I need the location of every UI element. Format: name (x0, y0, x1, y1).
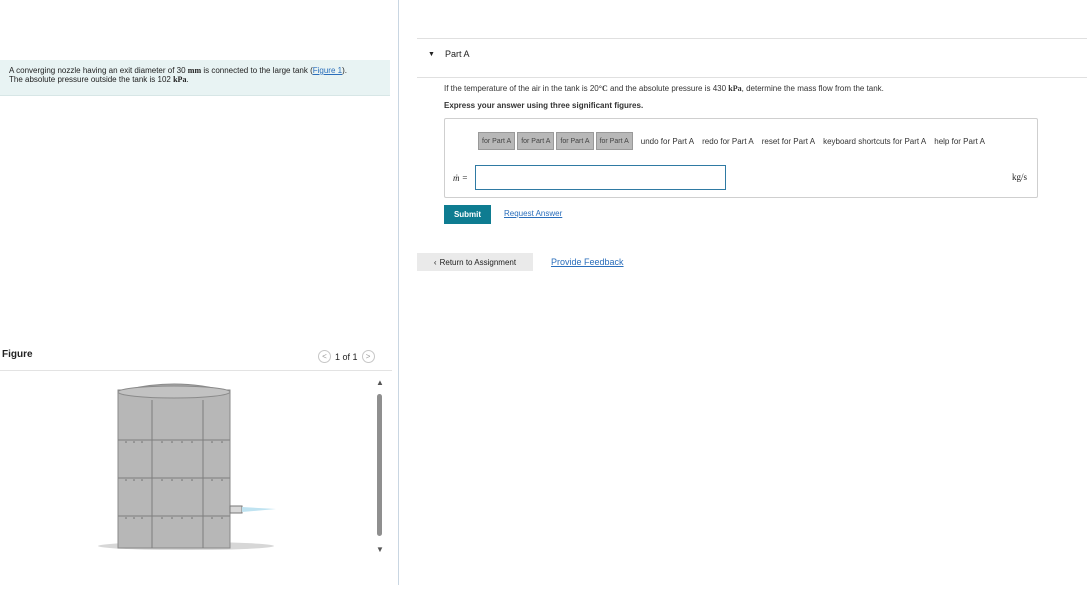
unit-mm: mm (187, 66, 202, 75)
chevron-left-icon[interactable]: < (318, 350, 331, 363)
question-text: If the temperature of the air in the tan… (444, 84, 884, 93)
pane-divider[interactable] (398, 0, 399, 585)
question-suffix: , determine the mass flow from the tank. (741, 84, 884, 93)
return-label: Return to Assignment (439, 257, 517, 267)
problem-text-2a: The absolute pressure outside the tank i… (9, 75, 174, 84)
answer-unit: kg/s (1011, 172, 1027, 182)
part-header[interactable]: ▼ Part A (428, 49, 469, 59)
figure-separator (0, 370, 392, 371)
problem-text-2b: . (186, 75, 189, 84)
figure-navigation: < 1 of 1 > (318, 350, 375, 363)
template-button-3[interactable]: for Part A (556, 132, 594, 150)
unit-kpa: kPa (173, 75, 187, 84)
submit-button[interactable]: Submit (444, 205, 491, 224)
reset-button[interactable]: reset for Part A (762, 137, 815, 146)
redo-button[interactable]: redo for Part A (702, 137, 754, 146)
template-button-1[interactable]: for Part A (478, 132, 516, 150)
scroll-down-icon[interactable]: ▼ (376, 545, 384, 554)
answer-box: for Part A for Part A for Part A for Par… (444, 118, 1038, 198)
part-title: Part A (444, 49, 470, 59)
instruction-text: Express your answer using three signific… (444, 101, 644, 110)
temp-unit: °C (598, 84, 608, 93)
figure-scrollbar[interactable]: ▲ ▼ (374, 378, 386, 558)
scroll-thumb[interactable] (377, 394, 382, 536)
undo-button[interactable]: undo for Part A (641, 137, 694, 146)
pressure-unit: kPa (728, 84, 742, 93)
figure-label: Figure (2, 349, 33, 360)
answer-input[interactable] (475, 165, 726, 190)
problem-text-1b: is connected to the large tank ( (201, 66, 313, 75)
figure-counter: 1 of 1 (335, 351, 358, 362)
question-prefix: If the temperature of the air in the tan… (444, 84, 599, 93)
problem-text-1a: A converging nozzle having an exit diame… (9, 66, 188, 75)
provide-feedback-link[interactable]: Provide Feedback (551, 257, 624, 267)
chevron-left-icon: ‹ (433, 257, 437, 267)
scroll-up-icon[interactable]: ▲ (376, 378, 384, 387)
problem-statement: A converging nozzle having an exit diame… (0, 60, 390, 96)
figure-link[interactable]: Figure 1 (313, 66, 342, 75)
problem-text-1c: ). (342, 66, 347, 75)
template-button-2[interactable]: for Part A (517, 132, 555, 150)
keyboard-shortcuts-button[interactable]: keyboard shortcuts for Part A (823, 137, 926, 146)
return-to-assignment-button[interactable]: ‹ Return to Assignment (417, 253, 533, 271)
answer-variable-label: ṁ = (453, 173, 468, 183)
template-button-4[interactable]: for Part A (595, 132, 633, 150)
tank-figure (98, 383, 276, 550)
part-header-border (417, 77, 1087, 78)
math-toolbar: for Part A for Part A for Part A for Par… (478, 132, 985, 150)
request-answer-link[interactable]: Request Answer (504, 209, 562, 218)
question-mid: and the absolute pressure is 430 (607, 84, 729, 93)
part-top-border (417, 38, 1087, 39)
chevron-right-icon[interactable]: > (361, 350, 375, 363)
help-button[interactable]: help for Part A (934, 137, 985, 146)
collapse-triangle-icon[interactable]: ▼ (428, 51, 435, 58)
